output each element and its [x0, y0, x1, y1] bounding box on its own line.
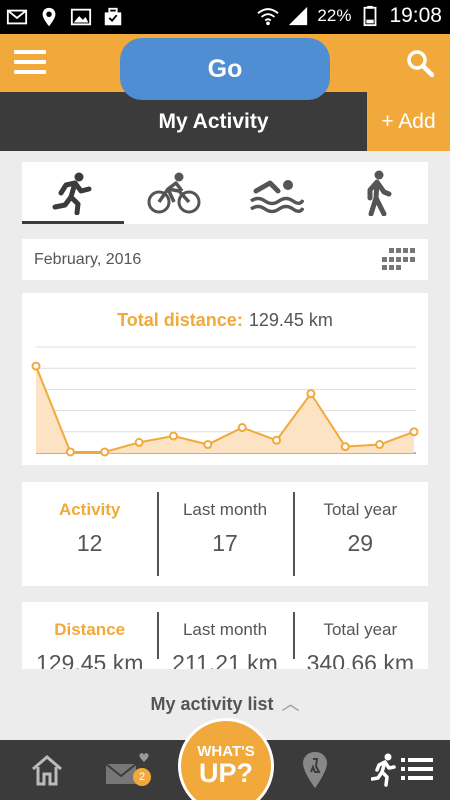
- stat-value: 211.21 km: [172, 650, 278, 669]
- stat-value: 12: [76, 530, 103, 556]
- stat-value: 29: [347, 530, 374, 556]
- gallery-icon: [70, 8, 92, 26]
- stat-distance: Distance 129.45 km: [22, 602, 157, 669]
- chart-point[interactable]: [65, 447, 75, 457]
- briefcase-icon: [104, 7, 122, 26]
- chart-point[interactable]: [100, 447, 110, 457]
- chart-point[interactable]: [409, 427, 419, 437]
- bike-icon: [147, 172, 201, 214]
- clock: 19:08: [389, 4, 442, 27]
- page-header: My Activity + Add: [0, 92, 450, 151]
- tab-running[interactable]: [22, 162, 124, 224]
- location-icon: [42, 7, 56, 27]
- sport-tabs: [22, 162, 428, 224]
- tab-swimming[interactable]: [225, 162, 327, 224]
- activity-stats: Activity 12 Last month 17 Total year 29: [22, 482, 428, 586]
- home-icon: [32, 755, 62, 786]
- menu-icon-line: [14, 50, 46, 54]
- stat-label: Distance: [54, 620, 126, 639]
- mail-icon: [6, 9, 28, 25]
- signal-icon: [289, 6, 308, 26]
- chart-point[interactable]: [31, 361, 41, 371]
- chart-point[interactable]: [134, 437, 144, 447]
- page-title: My Activity: [158, 109, 269, 133]
- nav-home[interactable]: [22, 748, 72, 792]
- stat-activity-total-year: Total year 29: [292, 482, 428, 586]
- chart-point[interactable]: [340, 442, 350, 452]
- chart-point[interactable]: [203, 440, 213, 450]
- swim-icon: [249, 180, 304, 214]
- top-app-bar: Go: [0, 34, 450, 100]
- chart-point[interactable]: [375, 440, 385, 450]
- running-icon: [52, 172, 92, 215]
- stat-label: Total year: [323, 500, 398, 519]
- chart-point[interactable]: [237, 423, 247, 433]
- calendar-icon[interactable]: [382, 248, 416, 272]
- distance-chart: [31, 346, 419, 457]
- stat-activity-last-month: Last month 17: [157, 482, 292, 586]
- chart-point[interactable]: [168, 431, 178, 441]
- distance-stats: Distance 129.45 km Last month 211.21 km …: [22, 602, 428, 669]
- stat-value: 17: [212, 530, 238, 556]
- month-label: February, 2016: [34, 250, 142, 268]
- search-icon[interactable]: [406, 49, 434, 77]
- chevron-up-icon: ︿: [281, 694, 300, 714]
- stat-distance-last-month: Last month 211.21 km: [157, 602, 292, 669]
- walk-icon: [367, 170, 392, 216]
- activity-list-label: My activity list: [150, 694, 274, 714]
- wifi-icon: [257, 8, 280, 26]
- stat-value: 340.66 km: [306, 650, 415, 669]
- stat-label: Activity: [58, 500, 121, 519]
- stat-activity: Activity 12: [22, 482, 157, 586]
- map-pin-icon: [303, 752, 327, 788]
- whats-up-button[interactable]: WHAT'S UP?: [178, 718, 274, 800]
- menu-icon-line: [14, 70, 46, 74]
- stat-label: Last month: [182, 500, 268, 519]
- total-distance: Total distance: 129.45 km: [22, 310, 428, 331]
- nav-map[interactable]: [290, 748, 340, 792]
- menu-button[interactable]: [14, 50, 46, 76]
- menu-icon-line: [14, 60, 46, 64]
- battery-percentage: 22%: [317, 6, 352, 25]
- tab-cycling[interactable]: [124, 162, 226, 224]
- messages-badge: 2: [133, 768, 151, 786]
- add-button[interactable]: + Add: [367, 92, 450, 151]
- chart-point[interactable]: [272, 435, 282, 445]
- distance-chart-card: Total distance: 129.45 km: [22, 293, 428, 465]
- go-button[interactable]: Go: [120, 38, 330, 100]
- activity-list-icon: [371, 753, 433, 787]
- total-distance-value: 129.45 km: [248, 310, 333, 330]
- stat-label: Total year: [323, 620, 398, 639]
- status-bar: 22% 19:08: [0, 0, 450, 34]
- month-selector[interactable]: February, 2016: [22, 239, 428, 280]
- chart-area: [36, 366, 414, 453]
- stat-distance-total-year: Total year 340.66 km: [292, 602, 428, 669]
- battery-icon: [364, 5, 377, 27]
- activity-list-toggle[interactable]: My activity list ︿: [0, 690, 450, 716]
- stat-label: Last month: [182, 620, 268, 639]
- whats-up-line2: UP?: [199, 758, 253, 788]
- chart-point[interactable]: [306, 389, 316, 399]
- tab-walking[interactable]: [327, 162, 429, 224]
- total-distance-label: Total distance:: [117, 310, 243, 330]
- nav-activity-list[interactable]: [370, 748, 436, 792]
- stat-value: 129.45 km: [35, 650, 144, 669]
